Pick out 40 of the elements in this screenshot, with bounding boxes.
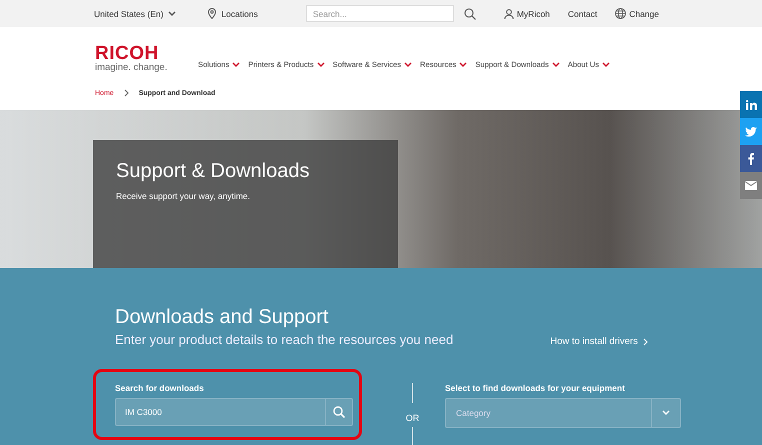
globe-icon (615, 8, 626, 19)
bird-icon (745, 126, 757, 136)
field-label: Search for downloads (115, 383, 205, 393)
top-link[interactable]: MyRicoh (516, 8, 550, 18)
chevron-right-icon (642, 338, 648, 346)
or-divider-text: OR (406, 413, 420, 423)
chevron-down-icon (459, 62, 468, 68)
chevron-down-icon (168, 10, 176, 16)
logo[interactable]: RICOH (95, 44, 198, 63)
install-drivers-link[interactable]: How to install drivers (550, 336, 648, 347)
user-icon (504, 8, 514, 18)
share-button[interactable] (740, 118, 762, 145)
section-title: Downloads and Support (115, 306, 330, 329)
share-button[interactable] (740, 172, 762, 199)
field-label: Select to find downloads for your equipment (445, 383, 626, 393)
hero-title: Support & Downloads (116, 160, 310, 183)
section-subtitle: Enter your product details to reach the resources you need (115, 332, 454, 347)
region-selector[interactable]: United States (En) (94, 8, 164, 18)
hero-subtitle: Receive support your way, anytime. (116, 191, 252, 201)
chevron-down-icon (602, 62, 610, 68)
search-icon[interactable] (464, 8, 476, 20)
chevron-down-icon (316, 62, 325, 68)
logo-tagline: imagine. change. (95, 63, 168, 73)
location-pin-icon (208, 8, 216, 19)
top-link[interactable]: Change (629, 8, 659, 18)
facebook-icon (748, 152, 754, 164)
search-button[interactable] (325, 398, 353, 426)
top-link[interactable]: Contact (568, 8, 598, 18)
locations-link[interactable]: Locations (221, 8, 258, 18)
envelope-icon (745, 181, 757, 190)
chevron-right-icon (124, 89, 129, 97)
share-button[interactable] (740, 91, 762, 118)
search-field[interactable]: Search... (306, 5, 454, 22)
chevron-down-icon (232, 62, 240, 68)
search-icon (333, 406, 345, 418)
share-button[interactable] (740, 145, 762, 172)
chevron-down-icon (552, 62, 560, 68)
linkedin-icon (746, 100, 756, 110)
chevron-down-icon (662, 410, 670, 416)
chevron-down-icon (404, 62, 412, 68)
